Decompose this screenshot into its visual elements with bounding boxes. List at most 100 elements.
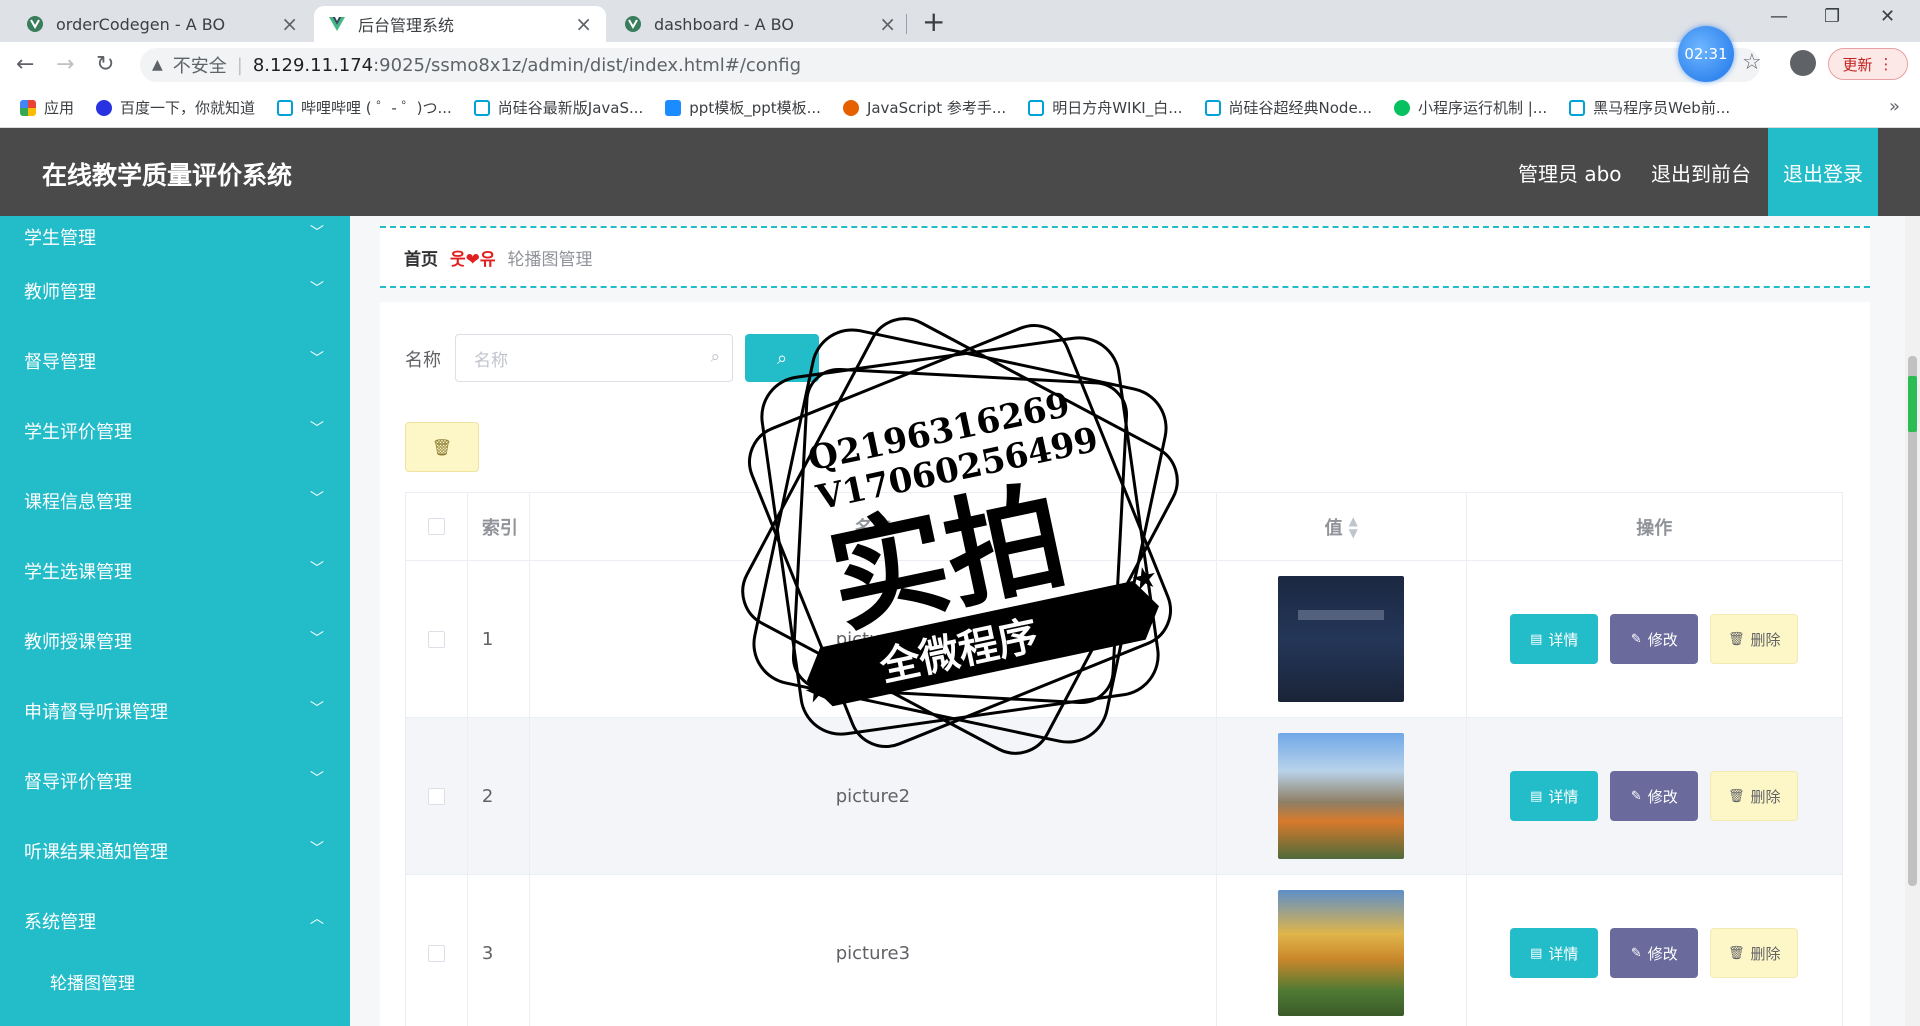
sidebar-item-supervisor-evaluation[interactable]: 督导评价管理 ﹀ [0, 746, 350, 816]
detail-button[interactable]: ▤ 详情 [1510, 928, 1599, 978]
bookmark-ppt[interactable]: ppt模板_ppt模板... [665, 97, 821, 118]
sidebar-item-result-notification[interactable]: 听课结果通知管理 ﹀ [0, 816, 350, 886]
batch-delete-button[interactable]: 🗑 [405, 422, 479, 472]
bookmark-label: 哔哩哔哩 ( ゜- ゜)つ... [301, 99, 452, 117]
reload-icon[interactable]: ↻ [96, 52, 114, 77]
edit-label: 修改 [1647, 944, 1678, 963]
bookmark-bilibili[interactable]: 哔哩哔哩 ( ゜- ゜)つ... [277, 97, 452, 118]
delete-button[interactable]: 🗑 删除 [1710, 614, 1799, 664]
sidebar-item-teachers[interactable]: 教师管理 ﹀ [0, 256, 350, 326]
row-checkbox[interactable] [427, 944, 445, 962]
breadcrumb-home[interactable]: 首页 [404, 245, 438, 270]
back-to-front-link[interactable]: 退出到前台 [1651, 158, 1751, 187]
carousel-thumbnail[interactable] [1278, 890, 1405, 1016]
sidebar-item-label: 教师管理 [24, 282, 96, 303]
sidebar-item-label: 申请督导听课管理 [24, 702, 168, 723]
kebab-menu-icon[interactable]: ⋮ [1879, 55, 1894, 73]
close-tab-icon[interactable]: × [879, 14, 896, 34]
sidebar-item-supervision-request[interactable]: 申请督导听课管理 ﹀ [0, 676, 350, 746]
detail-button[interactable]: ▤ 详情 [1510, 614, 1599, 664]
breadcrumb: 首页 웃❤유 轮播图管理 [380, 226, 1870, 288]
back-arrow-icon[interactable]: ← [16, 52, 34, 77]
select-all-checkbox[interactable] [427, 518, 445, 535]
logout-button[interactable]: 退出登录 [1768, 128, 1878, 216]
bookmark-js-reference[interactable]: JavaScript 参考手... [842, 97, 1006, 118]
edit-button[interactable]: ✎ 修改 [1610, 928, 1699, 978]
page-scrollbar-thumb[interactable] [1908, 356, 1917, 886]
chevron-down-icon: ﹀ [310, 351, 324, 367]
bookmark-label: 小程序运行机制 |... [1417, 99, 1548, 117]
row-index: 2 [468, 718, 530, 874]
name-search-input[interactable]: 名称 ⌕ [455, 334, 733, 382]
new-tab-plus-icon[interactable]: + [922, 8, 945, 36]
insecure-label[interactable]: 不安全 [173, 52, 227, 78]
bookmarks-overflow-icon[interactable]: » [1889, 96, 1900, 117]
row-checkbox[interactable] [427, 787, 445, 805]
bookmark-star-icon[interactable]: ☆ [1742, 50, 1762, 75]
close-tab-icon[interactable]: × [575, 14, 592, 34]
pencil-icon: ✎ [1630, 945, 1642, 961]
sidebar-item-course-selection[interactable]: 学生选课管理 ﹀ [0, 536, 350, 606]
tab-ordercodegen[interactable]: orderCodegen - A BO × [12, 6, 312, 42]
search-button[interactable]: ⌕ [745, 334, 819, 382]
tab-admin[interactable]: 后台管理系统 × [314, 6, 606, 42]
sidebar-item-students[interactable]: 学生管理 ﹀ [0, 216, 350, 256]
edit-button[interactable]: ✎ 修改 [1610, 614, 1699, 664]
apps-grid-icon [20, 99, 36, 116]
header-value[interactable]: 值 ▲ ▼ [1217, 493, 1467, 560]
detail-label: 详情 [1548, 944, 1579, 963]
ppt-logo-icon [665, 99, 682, 116]
update-button[interactable]: 更新 ⋮ [1828, 48, 1908, 80]
window-close-icon[interactable]: ✕ [1880, 6, 1895, 27]
bookmark-baidu[interactable]: 百度一下，你就知道 [96, 97, 255, 118]
sidebar-item-supervisors[interactable]: 督导管理 ﹀ [0, 326, 350, 396]
minimize-icon[interactable]: — [1770, 6, 1788, 27]
sidebar-subitem-carousel[interactable]: 轮播图管理 [0, 956, 350, 1006]
bilibili-tv-icon [473, 99, 490, 116]
profile-avatar-icon[interactable] [1790, 50, 1816, 76]
bookmark-arknights[interactable]: 明日方舟WIKI_白... [1028, 97, 1183, 118]
bookmark-heima[interactable]: 黑马程序员Web前... [1569, 97, 1730, 118]
row-checkbox-cell [406, 561, 468, 717]
bookmark-label: 明日方舟WIKI_白... [1052, 99, 1183, 117]
tab-dashboard[interactable]: dashboard - A BO × [610, 6, 910, 42]
chevron-down-icon: ﹀ [310, 631, 324, 647]
sidebar-item-label: 课程信息管理 [24, 492, 132, 513]
close-tab-icon[interactable]: × [281, 14, 298, 34]
pencil-icon: ✎ [1630, 788, 1642, 804]
url-host[interactable]: 8.129.11.174 [253, 55, 373, 76]
content-card: 名称 名称 ⌕ ⌕ 🗑 索引 名称 值 ▲ ▼ 操作 1 picture1 ▤ 详情 [380, 302, 1870, 1026]
sort-caret-icon[interactable]: ▲ ▼ [1349, 515, 1358, 539]
row-actions: ▤ 详情 ✎ 修改 🗑 删除 [1467, 561, 1842, 717]
forward-arrow-icon[interactable]: → [56, 52, 74, 77]
detail-button[interactable]: ▤ 详情 [1510, 771, 1599, 821]
maximize-icon[interactable]: ❐ [1824, 6, 1840, 27]
bookmark-atguigu-java[interactable]: 尚硅谷最新版JavaS... [473, 97, 643, 118]
chevron-down-icon: ﹀ [310, 701, 324, 717]
sidebar-item-student-evaluation[interactable]: 学生评价管理 ﹀ [0, 396, 350, 466]
row-name: picture1 [530, 561, 1217, 717]
chevron-down-icon: ﹀ [310, 225, 324, 241]
sidebar-item-course-info[interactable]: 课程信息管理 ﹀ [0, 466, 350, 536]
carousel-thumbnail[interactable] [1278, 733, 1405, 859]
carousel-thumbnail[interactable] [1278, 576, 1405, 702]
bookmark-apps[interactable]: 应用 [20, 97, 74, 118]
row-checkbox[interactable] [427, 630, 445, 648]
search-placeholder: 名称 [474, 350, 508, 371]
url-path[interactable]: :9025/ssmo8x1z/admin/dist/index.html#/co… [373, 55, 801, 76]
delete-button[interactable]: 🗑 删除 [1710, 928, 1799, 978]
edit-button[interactable]: ✎ 修改 [1610, 771, 1699, 821]
bookmark-label: 黑马程序员Web前... [1593, 99, 1731, 117]
url-omnibox[interactable]: ▲ 不安全 | 8.129.11.174 :9025/ssmo8x1z/admi… [140, 48, 1760, 82]
baidu-paw-icon [96, 99, 113, 116]
bookmark-label: 百度一下，你就知道 [120, 99, 256, 117]
sidebar-item-system[interactable]: 系统管理 ︿ [0, 886, 350, 956]
address-bar-row: ← → ↻ ▲ 不安全 | 8.129.11.174 :9025/ssmo8x1… [0, 42, 1920, 88]
warning-triangle-icon[interactable]: ▲ [152, 57, 163, 73]
bookmark-atguigu-node[interactable]: 尚硅谷超经典Node... [1204, 97, 1372, 118]
detail-label: 详情 [1548, 630, 1579, 649]
chevron-down-icon: ﹀ [310, 561, 324, 577]
delete-button[interactable]: 🗑 删除 [1710, 771, 1799, 821]
sidebar-item-teaching[interactable]: 教师授课管理 ﹀ [0, 606, 350, 676]
bookmark-miniprogram[interactable]: 小程序运行机制 |... [1393, 97, 1548, 118]
